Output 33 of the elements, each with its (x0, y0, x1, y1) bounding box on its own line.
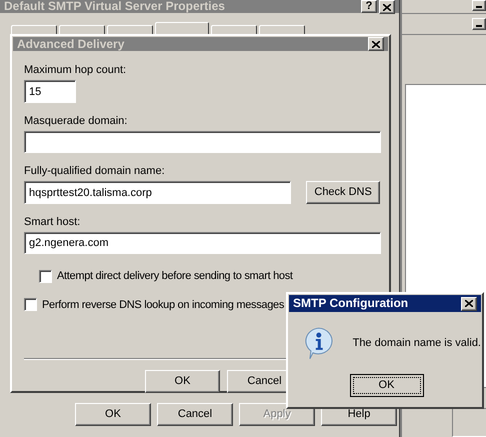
dialog-button[interactable]: OK (75, 403, 151, 426)
info-icon (303, 326, 335, 360)
close-icon (383, 4, 391, 10)
field-label: Smart host: (24, 215, 82, 229)
close-icon (465, 300, 473, 307)
window-title: SMTP Configuration (293, 297, 408, 310)
field-label: Fully-qualified domain name: (24, 164, 166, 178)
window-title: Advanced Delivery (17, 38, 124, 50)
checkbox[interactable] (39, 270, 52, 283)
dialog-button[interactable]: Cancel (157, 403, 233, 426)
minimize-button[interactable] (472, 0, 486, 11)
close-icon (372, 40, 380, 48)
window-title: Default SMTP Virtual Server Properties (4, 0, 225, 13)
checkbox[interactable] (24, 298, 37, 312)
close-button[interactable] (368, 37, 384, 51)
ok-button[interactable]: OK (350, 374, 424, 397)
message-text: The domain name is valid. (352, 336, 481, 351)
minimize-icon (476, 24, 482, 27)
field-label: Maximum hop count: (24, 63, 128, 77)
close-button[interactable] (379, 0, 395, 14)
close-button[interactable] (461, 296, 477, 310)
help-button[interactable]: ? (361, 0, 377, 13)
dialog-button[interactable]: OK (145, 370, 220, 393)
input-field[interactable] (24, 131, 381, 153)
input-field[interactable]: 15 (24, 80, 76, 103)
minimize-button[interactable] (472, 18, 486, 30)
checkbox-label: Attempt direct delivery before sending to smart host (57, 269, 293, 284)
field-label: Masquerade domain: (24, 114, 128, 128)
checkbox-label: Perform reverse DNS lookup on incoming messages (42, 298, 284, 312)
input-field[interactable]: hqsprttest20.talisma.corp (24, 181, 292, 204)
minimize-icon (476, 6, 482, 8)
input-field[interactable]: g2.ngenera.com (24, 232, 381, 254)
check-dns-button[interactable]: Check DNS (306, 181, 380, 204)
